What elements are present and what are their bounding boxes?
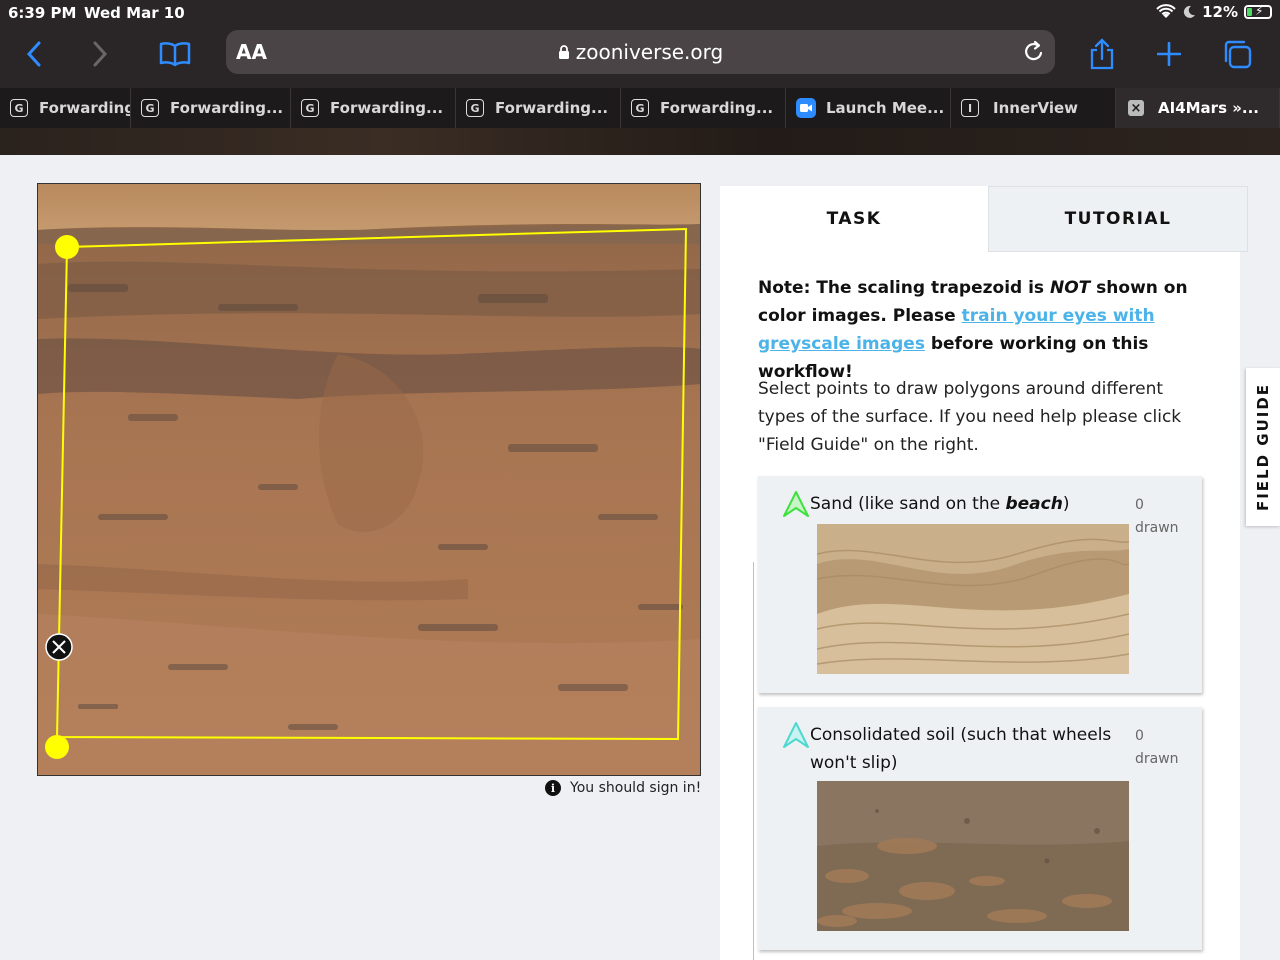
host-text: zooniverse.org: [575, 40, 724, 64]
browser-tab[interactable]: G Forwarding...: [621, 88, 786, 128]
browser-tab[interactable]: I InnerView: [951, 88, 1116, 128]
lock-icon: [558, 45, 569, 59]
google-favicon: G: [631, 99, 649, 117]
info-icon: i: [545, 780, 561, 796]
note-emphasis: NOT: [1049, 278, 1091, 298]
browser-tab[interactable]: G Forwarding...: [291, 88, 456, 128]
plus-icon: [1157, 42, 1181, 66]
tab-title: Forwarding...: [660, 99, 774, 117]
browser-chrome: 6:39 PM Wed Mar 10 12% ⚡ AA zooniverse.o…: [0, 0, 1280, 88]
choice-consolidated-soil[interactable]: Consolidated soil (such that wheels won'…: [758, 707, 1202, 950]
sign-in-text: You should sign in!: [570, 780, 702, 796]
choice-sand[interactable]: Sand (like sand on the beach) 0 drawn: [758, 476, 1202, 693]
forward-button[interactable]: [78, 34, 122, 74]
choice-label-text: Consolidated soil (such that wheels won'…: [810, 725, 1112, 773]
safari-toolbar: AA zooniverse.org: [0, 26, 1280, 82]
tab-strip: G Forwarding G Forwarding... G Forwarding..…: [0, 88, 1280, 128]
google-favicon: G: [466, 99, 484, 117]
drawn-count-unit: drawn: [1135, 520, 1179, 536]
task-note: Note: The scaling trapezoid is NOT shown…: [758, 274, 1213, 386]
browser-tab[interactable]: G Forwarding...: [456, 88, 621, 128]
google-favicon: G: [301, 99, 319, 117]
tab-title: Forwarding...: [330, 99, 444, 117]
tabs-icon: [1224, 40, 1252, 69]
tab-title: InnerView: [993, 99, 1079, 117]
browser-tab[interactable]: Launch Mee...: [786, 88, 951, 128]
book-icon: [159, 42, 191, 67]
sign-in-notice: i You should sign in!: [545, 780, 701, 796]
battery-icon: ⚡: [1244, 4, 1272, 19]
note-text: Note: The scaling trapezoid is: [758, 278, 1050, 298]
subject-image[interactable]: [37, 183, 701, 776]
scroll-indicator: [753, 562, 754, 960]
share-button[interactable]: [1080, 34, 1124, 74]
choice-label-emphasis: beach: [1005, 494, 1063, 514]
close-icon[interactable]: [45, 633, 73, 661]
task-panel: TASK TUTORIAL Note: The scaling trapezoi…: [720, 186, 1248, 960]
wifi-icon: [1156, 4, 1176, 18]
address-bar[interactable]: AA zooniverse.org: [226, 30, 1055, 74]
task-instructions: Select points to draw polygons around di…: [758, 379, 1182, 455]
tab-title: Forwarding...: [495, 99, 609, 117]
back-button[interactable]: [12, 34, 56, 74]
innerview-favicon: I: [961, 99, 979, 117]
browser-tab[interactable]: G Forwarding...: [131, 88, 291, 128]
drawn-count-value: 0: [1135, 728, 1144, 744]
zoom-favicon: [796, 98, 816, 118]
sand-example-image: [817, 524, 1129, 674]
tab-title: Forwarding: [39, 99, 131, 117]
tab-title: AI4Mars »...: [1158, 99, 1260, 117]
moon-icon: [1183, 5, 1196, 18]
soil-example-image: [817, 781, 1129, 931]
status-time: 6:39 PM: [8, 4, 77, 22]
new-tab-button[interactable]: [1147, 34, 1191, 74]
bookmarks-button[interactable]: [153, 34, 197, 74]
polygon-vertex[interactable]: [55, 235, 79, 259]
drawn-count-value: 0: [1135, 497, 1144, 513]
browser-tab-active[interactable]: × AI4Mars »...: [1116, 88, 1280, 128]
drawn-count: 0 drawn: [1135, 494, 1179, 540]
status-indicators: 12% ⚡: [1156, 3, 1272, 21]
status-date: Wed Mar 10: [84, 4, 185, 22]
share-icon: [1090, 38, 1114, 70]
browser-tab[interactable]: G Forwarding: [0, 88, 131, 128]
field-guide-label: FIELD GUIDE: [1254, 382, 1272, 512]
polygon-vertex[interactable]: [45, 735, 69, 759]
tab-task[interactable]: TASK: [720, 186, 988, 252]
site-banner: [0, 128, 1280, 155]
mars-terrain-image[interactable]: [38, 184, 701, 776]
drawn-count-unit: drawn: [1135, 751, 1179, 767]
reload-button[interactable]: [1023, 39, 1045, 67]
triangle-icon: [783, 722, 809, 748]
address-host: zooniverse.org: [226, 40, 1055, 64]
tab-tutorial[interactable]: TUTORIAL: [988, 186, 1248, 252]
battery-percent: 12%: [1202, 3, 1238, 21]
tab-overview-button[interactable]: [1215, 34, 1259, 74]
choice-label: Sand (like sand on the beach): [810, 490, 1130, 518]
google-favicon: G: [141, 99, 159, 117]
choice-label: Consolidated soil (such that wheels won'…: [810, 721, 1130, 777]
reload-icon: [1025, 40, 1043, 61]
tab-title: Launch Mee...: [826, 99, 945, 117]
field-guide-button[interactable]: FIELD GUIDE: [1246, 368, 1280, 526]
google-favicon: G: [10, 99, 28, 117]
close-icon[interactable]: ×: [1128, 100, 1144, 116]
chevron-right-icon: [93, 41, 108, 67]
choice-label-text: ): [1062, 494, 1070, 514]
status-bar: 6:39 PM Wed Mar 10 12% ⚡: [0, 0, 1280, 24]
triangle-icon: [783, 491, 809, 517]
chevron-left-icon: [26, 41, 41, 67]
drawn-count: 0 drawn: [1135, 725, 1179, 771]
tab-title: Forwarding...: [170, 99, 284, 117]
choice-label-text: Sand (like sand on the: [810, 494, 1006, 514]
